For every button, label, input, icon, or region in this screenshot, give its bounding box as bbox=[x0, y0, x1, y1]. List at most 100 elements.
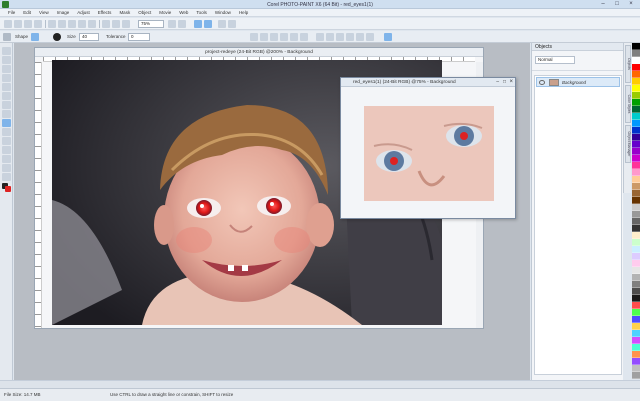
menu-item-adjust[interactable]: Adjust bbox=[73, 9, 94, 16]
undo-icon[interactable] bbox=[78, 20, 86, 28]
close-button[interactable]: × bbox=[624, 0, 638, 8]
clone-tool-icon[interactable] bbox=[2, 128, 11, 136]
object-icon-1[interactable] bbox=[316, 33, 324, 41]
palette-swatch[interactable] bbox=[632, 190, 640, 197]
secondary-close-icon[interactable]: × bbox=[509, 78, 513, 87]
palette-swatch[interactable] bbox=[632, 113, 640, 120]
zoom-options-icon[interactable] bbox=[168, 20, 176, 28]
blend-mode-select[interactable]: Normal bbox=[535, 56, 575, 64]
palette-swatch[interactable] bbox=[632, 267, 640, 274]
paste-icon[interactable] bbox=[68, 20, 76, 28]
palette-swatch[interactable] bbox=[632, 127, 640, 134]
mask-icon-6[interactable] bbox=[300, 33, 308, 41]
palette-swatch[interactable] bbox=[632, 372, 640, 379]
layer-row-background[interactable]: Background bbox=[536, 77, 620, 87]
eyedropper-icon[interactable] bbox=[2, 92, 11, 100]
mask-icon-4[interactable] bbox=[280, 33, 288, 41]
tab-object-manager[interactable]: Object Manager bbox=[625, 125, 631, 163]
palette-swatch[interactable] bbox=[632, 274, 640, 281]
menu-item-window[interactable]: Window bbox=[211, 9, 235, 16]
mask-tool-icon[interactable] bbox=[2, 56, 11, 64]
lock-icon[interactable] bbox=[384, 33, 392, 41]
palette-swatch[interactable] bbox=[632, 99, 640, 106]
redo-icon[interactable] bbox=[88, 20, 96, 28]
menu-item-web[interactable]: Web bbox=[175, 9, 192, 16]
menu-item-movie[interactable]: Movie bbox=[155, 9, 175, 16]
palette-swatch[interactable] bbox=[632, 218, 640, 225]
fit-icon[interactable] bbox=[178, 20, 186, 28]
palette-swatch[interactable] bbox=[632, 57, 640, 64]
palette-swatch[interactable] bbox=[632, 85, 640, 92]
palette-swatch[interactable] bbox=[632, 106, 640, 113]
import-icon[interactable] bbox=[102, 20, 110, 28]
palette-swatch[interactable] bbox=[632, 169, 640, 176]
object-icon-5[interactable] bbox=[356, 33, 364, 41]
palette-swatch[interactable] bbox=[632, 246, 640, 253]
red-eye-tool-icon[interactable] bbox=[2, 119, 11, 127]
palette-swatch[interactable] bbox=[632, 120, 640, 127]
zoom-level-field[interactable]: 75% bbox=[138, 20, 164, 28]
palette-swatch[interactable] bbox=[632, 260, 640, 267]
minimize-button[interactable]: – bbox=[596, 0, 610, 8]
menu-item-edit[interactable]: Edit bbox=[19, 9, 35, 16]
object-icon-3[interactable] bbox=[336, 33, 344, 41]
menu-item-file[interactable]: File bbox=[4, 9, 19, 16]
palette-swatch[interactable] bbox=[632, 204, 640, 211]
palette-swatch[interactable] bbox=[632, 295, 640, 302]
palette-swatch[interactable] bbox=[632, 176, 640, 183]
paint-tool-icon[interactable] bbox=[2, 110, 11, 118]
palette-swatch[interactable] bbox=[632, 309, 640, 316]
palette-swatch[interactable] bbox=[632, 155, 640, 162]
palette-swatch[interactable] bbox=[632, 323, 640, 330]
palette-swatch[interactable] bbox=[632, 197, 640, 204]
menu-item-object[interactable]: Object bbox=[134, 9, 155, 16]
menu-item-effects[interactable]: Effects bbox=[94, 9, 116, 16]
cut-icon[interactable] bbox=[48, 20, 56, 28]
mask-icon-5[interactable] bbox=[290, 33, 298, 41]
new-icon[interactable] bbox=[4, 20, 12, 28]
tolerance-field[interactable]: 0 bbox=[128, 33, 150, 41]
palette-swatch[interactable] bbox=[632, 162, 640, 169]
shape-tool-icon[interactable] bbox=[2, 155, 11, 163]
palette-swatch[interactable] bbox=[632, 71, 640, 78]
lasso-tool-icon[interactable] bbox=[2, 65, 11, 73]
mask-mode-icon[interactable] bbox=[194, 20, 202, 28]
background-color-swatch[interactable] bbox=[5, 186, 11, 192]
mask-icon-3[interactable] bbox=[270, 33, 278, 41]
pick-tool-icon[interactable] bbox=[2, 47, 11, 55]
menu-item-tools[interactable]: Tools bbox=[192, 9, 211, 16]
copy-icon[interactable] bbox=[58, 20, 66, 28]
palette-swatch[interactable] bbox=[632, 288, 640, 295]
palette-swatch[interactable] bbox=[632, 302, 640, 309]
palette-swatch[interactable] bbox=[632, 141, 640, 148]
menu-item-mask[interactable]: Mask bbox=[115, 9, 134, 16]
magic-wand-icon[interactable] bbox=[2, 74, 11, 82]
palette-swatch[interactable] bbox=[632, 344, 640, 351]
size-field[interactable]: 40 bbox=[79, 33, 99, 41]
palette-swatch[interactable] bbox=[632, 351, 640, 358]
text-tool-icon[interactable] bbox=[2, 101, 11, 109]
palette-swatch[interactable] bbox=[632, 134, 640, 141]
object-icon-6[interactable] bbox=[366, 33, 374, 41]
eraser-icon[interactable] bbox=[2, 137, 11, 145]
tab-objects[interactable]: Objects bbox=[625, 45, 631, 83]
palette-swatch[interactable] bbox=[632, 50, 640, 57]
palette-swatch[interactable] bbox=[632, 365, 640, 372]
palette-swatch[interactable] bbox=[632, 337, 640, 344]
palette-swatch[interactable] bbox=[632, 281, 640, 288]
menu-item-image[interactable]: Image bbox=[53, 9, 74, 16]
mask-icon-1[interactable] bbox=[250, 33, 258, 41]
tab-color-styles[interactable]: Color Styles bbox=[625, 85, 631, 123]
secondary-document-window[interactable]: red_eyes1(1) (24-Bit RGB) @75% - Backgro… bbox=[340, 77, 516, 219]
object-icon-4[interactable] bbox=[346, 33, 354, 41]
palette-swatch[interactable] bbox=[632, 64, 640, 71]
zoom-in-icon[interactable] bbox=[122, 20, 130, 28]
shape-selector[interactable] bbox=[31, 33, 39, 41]
launch-icon[interactable] bbox=[218, 20, 226, 28]
palette-swatch[interactable] bbox=[632, 225, 640, 232]
pan-tool-icon[interactable] bbox=[2, 173, 11, 181]
brush-shape-icon[interactable] bbox=[53, 33, 61, 41]
print-icon[interactable] bbox=[34, 20, 42, 28]
crop-tool-icon[interactable] bbox=[2, 83, 11, 91]
zoom-tool-icon[interactable] bbox=[2, 164, 11, 172]
